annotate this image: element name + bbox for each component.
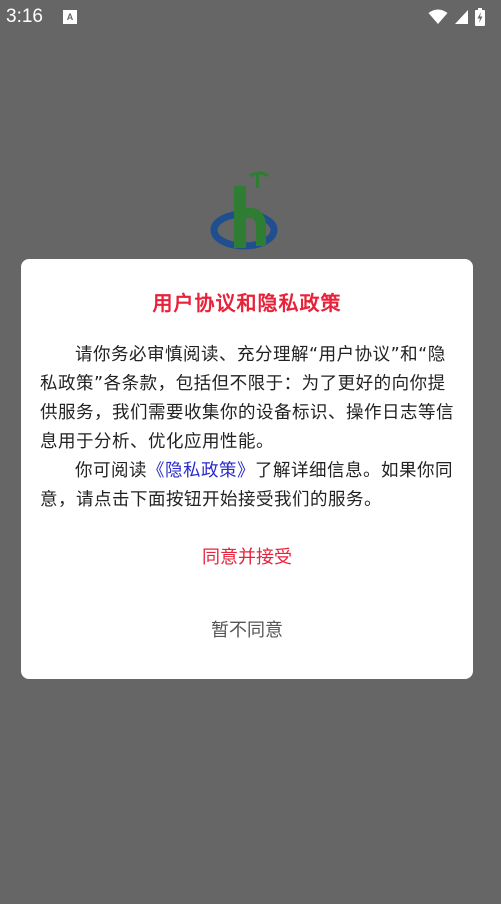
dialog-paragraph-2: 你可阅读《隐私政策》了解详细信息。如果你同意，请点击下面按钮开始接受我们的服务。 bbox=[40, 457, 458, 515]
privacy-dialog: 用户协议和隐私政策 请你务必审慎阅读、充分理解“用户协议”和“隐私政策”各条款，… bbox=[21, 259, 473, 679]
app-logo-icon bbox=[210, 171, 278, 250]
cell-signal-icon bbox=[455, 10, 468, 24]
status-icons bbox=[428, 8, 485, 26]
dialog-paragraph-1: 请你务必审慎阅读、充分理解“用户协议”和“隐私政策”各条款，包括但不限于：为了更… bbox=[40, 345, 454, 452]
notification-a-icon: A bbox=[62, 10, 77, 24]
wifi-icon bbox=[428, 9, 448, 24]
app-logo bbox=[206, 168, 286, 256]
paragraph-2-prefix: 你可阅读 bbox=[75, 461, 147, 481]
privacy-policy-link[interactable]: 《隐私政策》 bbox=[147, 461, 255, 481]
battery-charging-icon bbox=[475, 8, 485, 26]
agree-button[interactable]: 同意并接受 bbox=[147, 541, 347, 575]
disagree-button[interactable]: 暂不同意 bbox=[147, 613, 347, 649]
status-bar: 3:16 A bbox=[0, 0, 501, 34]
dialog-body: 请你务必审慎阅读、充分理解“用户协议”和“隐私政策”各条款，包括但不限于：为了更… bbox=[40, 341, 458, 515]
status-time: 3:16 bbox=[6, 6, 43, 27]
dialog-title: 用户协议和隐私政策 bbox=[152, 291, 342, 315]
